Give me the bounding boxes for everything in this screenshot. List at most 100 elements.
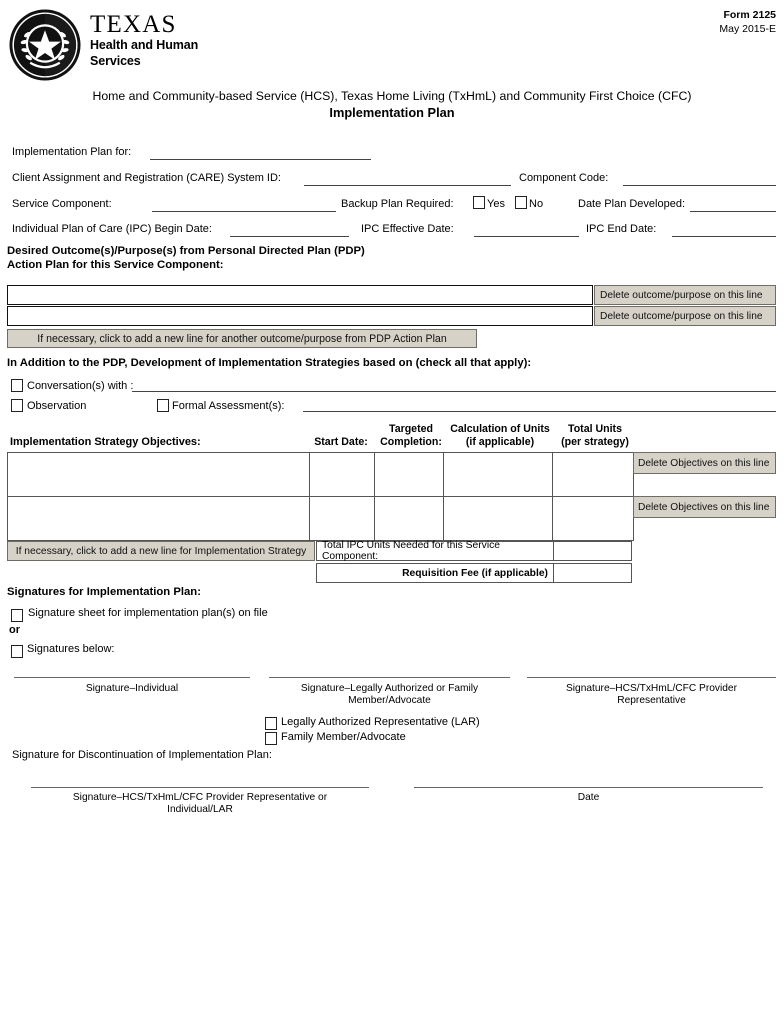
label-date-plan-developed: Date Plan Developed: <box>578 198 686 210</box>
pdp-heading-line1: Desired Outcome(s)/Purpose(s) from Perso… <box>7 245 365 257</box>
col-header-calculation-line1: Calculation of Units <box>450 423 550 435</box>
label-or: or <box>9 624 20 636</box>
checkbox-signatures-below[interactable] <box>11 645 23 658</box>
caption-date: Date <box>577 792 600 803</box>
logo-texas-wordmark: TEXAS <box>90 11 177 38</box>
add-outcome-line-button[interactable]: If necessary, click to add a new line fo… <box>7 329 477 348</box>
logo-subtitle-line1: Health and Human <box>90 38 199 52</box>
strategy-calculation-input-1[interactable] <box>443 452 553 497</box>
checkbox-signature-sheet-on-file[interactable] <box>11 609 23 622</box>
label-ipc-begin-date: Individual Plan of Care (IPC) Begin Date… <box>12 223 212 235</box>
col-header-objectives: Implementation Strategy Objectives: <box>10 436 201 448</box>
signature-line-date[interactable] <box>414 787 763 788</box>
input-formal-assessment[interactable] <box>303 411 776 412</box>
requisition-fee-label: Requisition Fee (if applicable) <box>402 567 548 579</box>
signature-line-individual[interactable] <box>14 677 250 678</box>
strategy-calculation-input-2[interactable] <box>443 496 553 541</box>
checkbox-conversations[interactable] <box>11 379 23 392</box>
checkbox-family-member-advocate[interactable] <box>265 732 277 745</box>
input-conversations[interactable] <box>132 391 776 392</box>
caption-signature-lar-line1: Signature–Legally Authorized or Family <box>300 683 479 694</box>
label-discontinuation: Signature for Discontinuation of Impleme… <box>12 749 272 761</box>
strategy-objective-input-2[interactable] <box>7 496 310 541</box>
label-backup-plan-yes: Yes <box>487 198 505 210</box>
strategy-start-date-input-2[interactable] <box>309 496 375 541</box>
col-header-total-units-line1: Total Units <box>568 423 622 435</box>
input-service-component[interactable] <box>152 211 336 212</box>
delete-objective-label-1: Delete Objectives on this line <box>638 457 770 469</box>
strategies-basis-heading: In Addition to the PDP, Development of I… <box>7 357 532 369</box>
caption-discontinuation-line2: Individual/LAR <box>167 804 233 815</box>
col-header-start-date: Start Date: <box>314 436 368 448</box>
input-ipc-end-date[interactable] <box>672 236 776 237</box>
label-conversations: Conversation(s) with : <box>27 380 134 392</box>
signatures-heading: Signatures for Implementation Plan: <box>7 586 201 598</box>
label-ipc-effective-date: IPC Effective Date: <box>361 223 454 235</box>
label-observation: Observation <box>27 400 87 412</box>
label-care-system-id: Client Assignment and Registration (CARE… <box>12 172 281 184</box>
caption-signature-provider-line2: Representative <box>617 695 686 706</box>
delete-outcome-label-1: Delete outcome/purpose on this line <box>600 289 763 301</box>
delete-objective-button-2[interactable]: Delete Objectives on this line <box>633 496 776 518</box>
total-ipc-units-label: Total IPC Units Needed for this Service … <box>322 540 500 562</box>
caption-signature-provider-line1: Signature–HCS/TxHmL/CFC Provider <box>566 683 737 694</box>
form-revision-date: May 2015-E <box>719 23 776 35</box>
checkbox-formal-assessment[interactable] <box>157 399 169 412</box>
requisition-fee-input[interactable] <box>553 563 632 583</box>
checkbox-backup-plan-no[interactable] <box>515 196 527 209</box>
strategy-total-units-input-1[interactable] <box>552 452 634 497</box>
add-outcome-line-label: If necessary, click to add a new line fo… <box>37 332 447 345</box>
input-ipc-effective-date[interactable] <box>474 236 579 237</box>
delete-outcome-button-1[interactable]: Delete outcome/purpose on this line <box>594 285 776 305</box>
input-date-plan-developed[interactable] <box>690 211 776 212</box>
signature-line-provider[interactable] <box>527 677 776 678</box>
input-implementation-plan-for[interactable] <box>150 159 371 160</box>
checkbox-backup-plan-yes[interactable] <box>473 196 485 209</box>
form-meta: Form 2125 May 2015-E <box>719 8 776 36</box>
caption-signature-lar-line2: Member/Advocate <box>348 695 431 706</box>
delete-outcome-button-2[interactable]: Delete outcome/purpose on this line <box>594 306 776 326</box>
label-service-component: Service Component: <box>12 198 112 210</box>
form-number: Form 2125 <box>723 9 776 21</box>
delete-objective-button-1[interactable]: Delete Objectives on this line <box>633 452 776 474</box>
label-ipc-end-date: IPC End Date: <box>586 223 657 235</box>
signature-line-lar[interactable] <box>269 677 510 678</box>
label-backup-plan-required: Backup Plan Required: <box>341 198 454 210</box>
outcome-row-input-1[interactable] <box>7 285 593 305</box>
label-implementation-plan-for: Implementation Plan for: <box>12 146 132 158</box>
strategy-total-units-input-2[interactable] <box>552 496 634 541</box>
agency-logo: TEXAS Health and Human Services <box>8 8 198 82</box>
input-ipc-begin-date[interactable] <box>230 236 349 237</box>
form-page: Form 2125 May 2015-E TEXAS Health and Hu… <box>0 0 784 1024</box>
label-family-member-advocate: Family Member/Advocate <box>281 731 406 743</box>
caption-discontinuation-line1: Signature–HCS/TxHmL/CFC Provider Represe… <box>72 792 328 803</box>
page-title: Implementation Plan <box>329 105 455 120</box>
input-component-code[interactable] <box>623 185 776 186</box>
add-strategy-line-button[interactable]: If necessary, click to add a new line fo… <box>7 541 315 561</box>
label-component-code: Component Code: <box>519 172 609 184</box>
strategy-targeted-completion-input-2[interactable] <box>374 496 444 541</box>
total-ipc-units-label-cell: Total IPC Units Needed for this Service … <box>316 540 554 562</box>
add-strategy-line-label: If necessary, click to add a new line fo… <box>15 545 307 557</box>
outcome-row-input-2[interactable] <box>7 306 593 326</box>
label-formal-assessment: Formal Assessment(s): <box>172 400 285 412</box>
strategy-start-date-input-1[interactable] <box>309 452 375 497</box>
delete-objective-label-2: Delete Objectives on this line <box>638 501 770 513</box>
strategy-targeted-completion-input-1[interactable] <box>374 452 444 497</box>
label-signatures-below: Signatures below: <box>27 643 115 655</box>
logo-subtitle-line2: Services <box>90 54 141 68</box>
checkbox-observation[interactable] <box>11 399 23 412</box>
program-line: Home and Community-based Service (HCS), … <box>92 89 692 103</box>
label-lar: Legally Authorized Representative (LAR) <box>281 716 480 728</box>
checkbox-lar[interactable] <box>265 717 277 730</box>
col-header-total-units-line2: (per strategy) <box>561 436 629 448</box>
pdp-heading-line2: Action Plan for this Service Component: <box>7 259 224 271</box>
strategy-objective-input-1[interactable] <box>7 452 310 497</box>
input-care-system-id[interactable] <box>304 185 511 186</box>
col-header-targeted-completion-line2: Completion: <box>380 436 442 448</box>
texas-seal-icon <box>9 9 81 81</box>
col-header-calculation-line2: (if applicable) <box>465 436 535 448</box>
total-ipc-units-input[interactable] <box>553 541 632 561</box>
label-signature-sheet-on-file: Signature sheet for implementation plan(… <box>28 607 268 619</box>
signature-line-discontinuation[interactable] <box>31 787 369 788</box>
